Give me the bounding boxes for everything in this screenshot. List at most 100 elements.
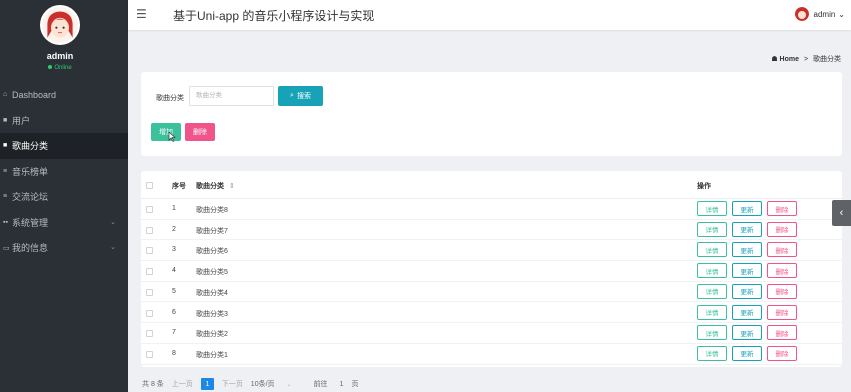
row-checkbox[interactable]: [146, 226, 153, 234]
goto-page-input[interactable]: 1: [340, 381, 344, 388]
breadcrumb-home[interactable]: Home: [780, 56, 799, 63]
row-delete-button[interactable]: 删除: [767, 325, 797, 341]
home-icon: ☗: [771, 56, 778, 63]
update-button[interactable]: 更新: [732, 201, 762, 216]
add-button[interactable]: 增加: [151, 123, 181, 141]
row-category: 歌曲分类3: [196, 310, 228, 318]
row-checkbox[interactable]: [146, 206, 153, 213]
sidebar-item-label: 音乐榜单: [12, 166, 49, 177]
sidebar-item-label: 交流论坛: [12, 192, 49, 203]
sidebar-item-system[interactable]: ▪▪ 系统管理 ⌄: [0, 210, 128, 236]
header-category-label: 歌曲分类: [196, 183, 224, 190]
row-delete-button[interactable]: 删除: [767, 345, 797, 361]
row-index: 8: [172, 349, 176, 357]
row-index: 5: [172, 287, 176, 295]
row-category: 歌曲分类2: [196, 331, 228, 339]
top-bar: ☰ 基于Uni-app 的音乐小程序设计与实现 admin ⌄: [128, 0, 851, 30]
sort-icon[interactable]: ⇕: [229, 183, 235, 190]
home-icon: ⌂: [3, 91, 8, 99]
row-index: 1: [172, 205, 176, 212]
row-delete-button[interactable]: 删除: [767, 263, 797, 279]
row-delete-button[interactable]: 删除: [767, 201, 797, 216]
table-row: 2 歌曲分类7 详情 更新 删除: [141, 220, 842, 241]
user-menu[interactable]: admin ⌄: [794, 7, 845, 21]
update-button[interactable]: 更新: [732, 221, 762, 237]
breadcrumb-separator: >: [803, 56, 809, 63]
row-delete-button[interactable]: 删除: [767, 221, 797, 237]
update-button[interactable]: 更新: [732, 283, 762, 299]
sidebar-item-forum[interactable]: ≡ 交流论坛: [0, 184, 128, 210]
sidebar-item-label: 系统管理: [12, 217, 49, 228]
sidebar-item-users[interactable]: ■ 用户: [0, 108, 128, 134]
header-operations: 操作: [697, 183, 711, 190]
menu-toggle-icon[interactable]: ☰: [136, 7, 147, 21]
update-button[interactable]: 更新: [732, 304, 762, 320]
pagination-total: 共 8 条: [142, 381, 164, 388]
row-index: 3: [172, 246, 176, 254]
page-number-current[interactable]: 1: [200, 378, 214, 390]
row-delete-button[interactable]: 删除: [767, 242, 797, 258]
search-panel: 歌曲分类 歌曲分类 ⌕ 搜索 增加 删除: [141, 72, 842, 156]
status-text: Online: [54, 65, 72, 71]
sidebar-item-dashboard[interactable]: ⌂ Dashboard: [0, 82, 128, 108]
row-checkbox[interactable]: [146, 247, 153, 255]
sidebar-item-label: 歌曲分类: [12, 141, 49, 152]
table-row: 3 歌曲分类6 详情 更新 删除: [141, 240, 842, 262]
table-row: 4 歌曲分类5 详情 更新 删除: [141, 261, 842, 282]
table-row: 5 歌曲分类4 详情 更新 删除: [141, 282, 842, 303]
page-size-select[interactable]: 10条/页 ⌄: [251, 379, 292, 389]
select-all-checkbox[interactable]: [146, 182, 153, 189]
table-row: 1 歌曲分类8 详情 更新 删除: [141, 199, 842, 220]
sidebar-item-label: 我的信息: [12, 243, 49, 254]
goto-suffix: 页: [351, 381, 359, 388]
row-category: 歌曲分类5: [196, 269, 228, 277]
sidebar-username: admin: [46, 51, 74, 61]
row-checkbox[interactable]: [146, 330, 153, 338]
list-icon: ≡: [3, 193, 8, 201]
row-checkbox[interactable]: [146, 350, 153, 358]
detail-button[interactable]: 详情: [697, 283, 727, 299]
detail-button[interactable]: 详情: [697, 201, 727, 216]
sidebar-item-music-chart[interactable]: ≡ 音乐榜单: [0, 159, 128, 185]
row-checkbox[interactable]: [146, 268, 153, 276]
sidebar-item-my-info[interactable]: ▭ 我的信息 ⌄: [0, 235, 128, 261]
avatar: [794, 7, 809, 21]
row-delete-button[interactable]: 删除: [767, 304, 797, 320]
status-dot-icon: [48, 65, 53, 70]
category-table: 序号 歌曲分类 ⇕ 操作 1 歌曲分类8 详情 更新 删除 2 歌曲分类7 详情 更新 删除 3 歌曲…: [141, 171, 842, 367]
search-input[interactable]: 歌曲分类: [189, 86, 274, 106]
collapse-panel-button[interactable]: ‹: [832, 200, 851, 226]
delete-button[interactable]: 删除: [185, 123, 215, 141]
row-checkbox[interactable]: [146, 288, 153, 296]
prev-page-button[interactable]: 上一页: [172, 379, 193, 389]
detail-button[interactable]: 详情: [697, 263, 727, 279]
update-button[interactable]: 更新: [732, 263, 762, 279]
row-category: 歌曲分类4: [196, 289, 228, 297]
chevron-left-icon: ‹: [839, 207, 844, 219]
avatar[interactable]: [40, 5, 80, 45]
chevron-down-icon: ⌄: [286, 382, 292, 388]
detail-button[interactable]: 详情: [697, 325, 727, 341]
table-row: 6 歌曲分类3 详情 更新 删除: [141, 303, 842, 324]
update-button[interactable]: 更新: [732, 242, 762, 258]
update-button[interactable]: 更新: [732, 345, 762, 361]
update-button[interactable]: 更新: [732, 325, 762, 341]
detail-button[interactable]: 详情: [697, 221, 727, 237]
category-icon: ■: [3, 142, 8, 150]
detail-button[interactable]: 详情: [697, 304, 727, 320]
table-header: 序号 歌曲分类 ⇕ 操作: [141, 171, 842, 199]
detail-button[interactable]: 详情: [697, 345, 727, 361]
avatar-image-icon: [42, 7, 78, 43]
sidebar-item-song-category[interactable]: ■ 歌曲分类: [0, 133, 128, 159]
row-category: 歌曲分类8: [196, 207, 228, 214]
row-category: 歌曲分类1: [196, 351, 228, 359]
search-icon: ⌕: [290, 92, 294, 99]
row-checkbox[interactable]: [146, 309, 153, 317]
sidebar: admin Online ⌂ Dashboard ■ 用户 ■ 歌曲分类 ≡ 音乐榜单 …: [0, 0, 128, 392]
header-category[interactable]: 歌曲分类 ⇕: [196, 181, 235, 191]
mouse-pointer-icon: [168, 132, 176, 142]
search-button[interactable]: ⌕ 搜索: [278, 86, 323, 106]
next-page-button[interactable]: 下一页: [222, 379, 243, 389]
row-delete-button[interactable]: 删除: [767, 283, 797, 299]
detail-button[interactable]: 详情: [697, 242, 727, 258]
